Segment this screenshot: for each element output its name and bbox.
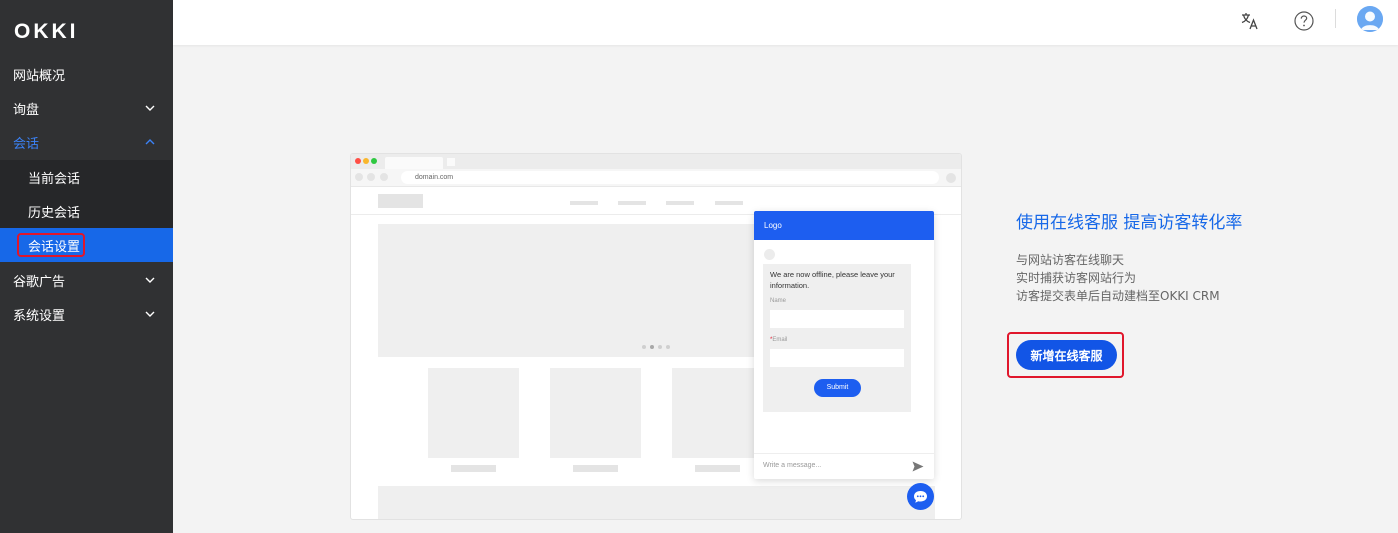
mock-url-field: domain.com [401, 171, 939, 184]
translate-icon[interactable] [1237, 8, 1263, 34]
mock-address-bar: domain.com [351, 169, 961, 187]
chevron-down-icon [145, 277, 155, 283]
sidebar-subitem-history-conversation[interactable]: 历史会话 [0, 194, 173, 228]
window-minimize-dot [363, 158, 369, 164]
mock-nav-placeholder [666, 201, 694, 205]
mock-caption-placeholder [573, 465, 618, 472]
chevron-down-icon [145, 311, 155, 317]
chat-widget-illustration: Logo We are now offline, please leave yo… [754, 211, 934, 479]
mock-caption-placeholder [451, 465, 496, 472]
mock-url-text: domain.com [415, 174, 454, 181]
top-bar [173, 0, 1398, 45]
sidebar-item-label: 网站概况 [13, 68, 66, 84]
sidebar-item-google-ads[interactable]: 谷歌广告 [0, 263, 173, 297]
sidebar-item-label: 谷歌广告 [13, 274, 66, 290]
mock-reload-icon [380, 173, 388, 181]
sidebar-item-system-settings[interactable]: 系统设置 [0, 297, 173, 331]
highlight-box [17, 233, 85, 257]
sidebar-item-label: 当前会话 [28, 171, 81, 187]
email-label-text: Email [772, 337, 788, 343]
mock-tab-bar [351, 154, 961, 169]
mock-menu-icon [946, 173, 956, 183]
mock-card-placeholder [672, 368, 763, 458]
chat-offline-form: We are now offline, please leave your in… [763, 264, 911, 412]
mock-new-tab [447, 158, 455, 166]
email-label: *Email [770, 337, 787, 343]
chat-message-placeholder: Write a message... [763, 462, 822, 469]
sidebar: OKKI 网站概况 询盘 会话 当前会话 历史会话 会话设置 谷歌广告 系统设置 [0, 0, 173, 533]
carousel-dot [642, 345, 646, 349]
name-label: Name [770, 298, 787, 304]
sidebar-item-overview[interactable]: 网站概况 [0, 57, 173, 91]
sidebar-subitem-current-conversation[interactable]: 当前会话 [0, 160, 173, 194]
mock-nav-placeholder [570, 201, 598, 205]
sidebar-item-inquiry[interactable]: 询盘 [0, 91, 173, 125]
window-close-dot [355, 158, 361, 164]
sidebar-item-conversation[interactable]: 会话 [0, 125, 173, 159]
sidebar-item-label: 历史会话 [28, 205, 81, 221]
sidebar-item-label: 系统设置 [13, 308, 66, 324]
chat-agent-avatar [764, 249, 775, 260]
chevron-up-icon [145, 139, 155, 145]
highlight-box [1007, 332, 1124, 378]
mock-forward-icon [367, 173, 375, 181]
send-icon [912, 461, 924, 472]
promo-title: 使用在线客服 提高访客转化率 [1016, 213, 1243, 233]
mock-nav-placeholder [715, 201, 743, 205]
mock-card-placeholder [428, 368, 519, 458]
mock-caption-placeholder [695, 465, 740, 472]
mock-back-icon [355, 173, 363, 181]
chat-message-input: Write a message... [754, 453, 934, 479]
mock-footer-placeholder [378, 486, 935, 519]
chat-bubble-icon [907, 483, 934, 510]
mock-tab [385, 157, 443, 169]
carousel-dot [650, 345, 654, 349]
chat-header: Logo [754, 211, 934, 240]
app-logo[interactable]: OKKI [14, 20, 79, 44]
help-icon[interactable] [1291, 8, 1317, 34]
avatar[interactable] [1357, 6, 1383, 32]
divider [1335, 9, 1336, 28]
chat-header-logo: Logo [764, 221, 782, 230]
chevron-down-icon [145, 105, 155, 111]
carousel-dot [666, 345, 670, 349]
mock-nav-placeholder [618, 201, 646, 205]
offline-message: We are now offline, please leave your in… [770, 270, 895, 290]
window-maximize-dot [371, 158, 377, 164]
promo-line: 与网站访客在线聊天 [1016, 253, 1125, 267]
mock-card-placeholder [550, 368, 641, 458]
name-field [770, 310, 904, 328]
promo-line: 访客提交表单后自动建档至OKKI CRM [1016, 289, 1220, 303]
mock-banner-placeholder [378, 224, 758, 357]
carousel-dot [658, 345, 662, 349]
sidebar-item-label: 询盘 [13, 102, 40, 118]
promo-line: 实时捕获访客网站行为 [1016, 271, 1137, 285]
mock-logo-placeholder [378, 194, 423, 208]
email-field [770, 349, 904, 367]
submit-button: Submit [814, 379, 861, 397]
sidebar-item-label: 会话 [13, 136, 40, 152]
